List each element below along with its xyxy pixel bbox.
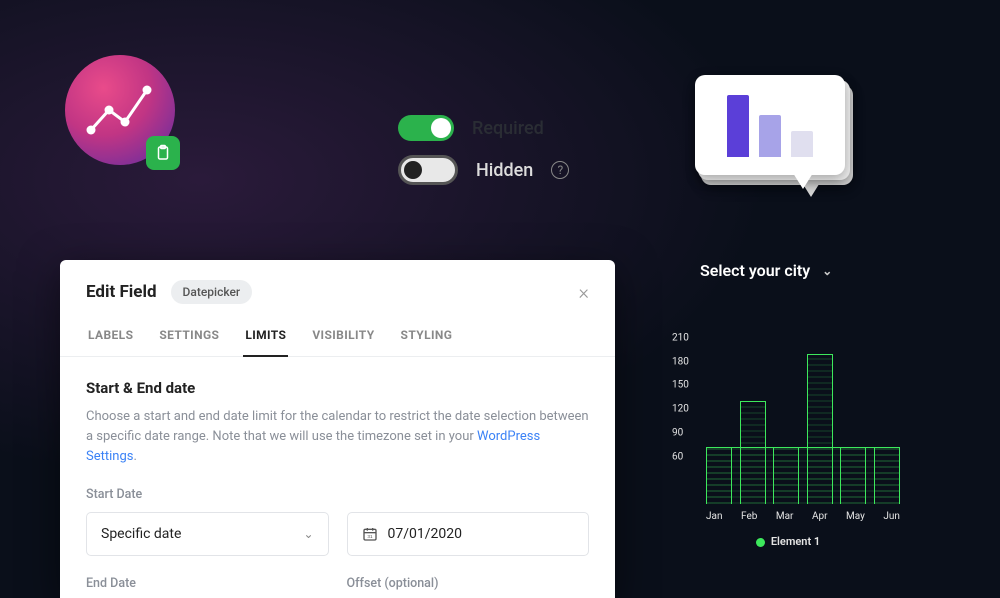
calendar-icon: 31 [362, 526, 378, 542]
bar-icon [791, 131, 813, 157]
end-date-label: End Date [86, 576, 329, 591]
tab-limits[interactable]: LIMITS [243, 318, 288, 356]
chevron-down-icon: ⌄ [303, 527, 313, 541]
toggle-hidden-row: Hidden ? [398, 155, 569, 185]
modal-title: Edit Field [86, 282, 157, 302]
y-tick-label: 150 [672, 380, 689, 391]
x-tick-label: Jan [706, 511, 722, 522]
toggle-hidden-label: Hidden [476, 160, 533, 181]
toggle-required[interactable] [398, 115, 454, 141]
close-icon[interactable]: × [579, 280, 589, 304]
chart-bar [740, 401, 766, 504]
x-tick-label: Apr [812, 511, 828, 522]
modal-header: Edit Field Datepicker × [60, 260, 615, 318]
edit-field-modal: Edit Field Datepicker × LABELS SETTINGS … [60, 260, 615, 598]
bar-icon [727, 95, 749, 157]
y-tick-label: 210 [672, 333, 689, 344]
chart-preview-card [695, 75, 845, 200]
start-date-input[interactable]: 31 07/01/2020 [347, 512, 590, 556]
chevron-down-icon: ⌄ [822, 264, 832, 278]
x-tick-label: Jun [883, 511, 900, 522]
clipboard-icon [154, 144, 172, 162]
help-icon[interactable]: ? [551, 161, 569, 179]
date-value: 07/01/2020 [388, 526, 463, 542]
clipboard-badge [146, 136, 180, 170]
toggle-required-label: Required [472, 118, 544, 139]
tab-settings[interactable]: SETTINGS [157, 318, 221, 356]
bar-icon [759, 115, 781, 157]
toggle-hidden[interactable] [398, 155, 458, 185]
section-description: Choose a start and end date limit for th… [86, 407, 589, 467]
start-date-type-select[interactable]: Specific date ⌄ [86, 512, 329, 556]
section-title: Start & End date [86, 379, 589, 397]
tab-visibility[interactable]: VISIBILITY [310, 318, 376, 356]
chart-legend: Element 1 [672, 535, 904, 548]
x-tick-label: Feb [741, 511, 757, 522]
start-date-label: Start Date [86, 487, 329, 502]
y-tick-label: 120 [672, 404, 689, 415]
legend-text: Element 1 [771, 535, 820, 548]
modal-tabs: LABELS SETTINGS LIMITS VISIBILITY STYLIN… [60, 318, 615, 357]
tab-labels[interactable]: LABELS [86, 318, 135, 356]
offset-label: Offset (optional) [347, 576, 590, 591]
y-tick-label: 90 [672, 427, 683, 438]
modal-body: Start & End date Choose a start and end … [60, 357, 615, 598]
chart-bar [840, 447, 866, 504]
analytics-icon [85, 80, 155, 140]
bar-preview [695, 75, 845, 175]
tab-styling[interactable]: STYLING [399, 318, 455, 356]
chart-bar [773, 447, 799, 504]
field-type-chip: Datepicker [171, 280, 253, 304]
city-selector[interactable]: Select your city ⌄ [700, 261, 832, 280]
toggle-required-row: Required [398, 115, 569, 141]
y-tick-label: 180 [672, 356, 689, 367]
city-bar-chart: Jan Feb Mar Apr May Jun Element 1 60 90 120 150 1… [672, 330, 904, 560]
svg-text:31: 31 [367, 534, 373, 539]
chart-bar [807, 354, 833, 504]
toggle-group: Required Hidden ? [398, 115, 569, 199]
x-tick-label: Mar [776, 511, 794, 522]
app-logo [65, 55, 175, 165]
city-selector-label: Select your city [700, 261, 810, 280]
legend-dot-icon [756, 538, 765, 547]
select-value: Specific date [101, 526, 181, 542]
x-tick-label: May [846, 511, 865, 522]
y-tick-label: 60 [672, 451, 683, 462]
chart-bar [706, 447, 732, 504]
chart-bar [874, 447, 900, 504]
